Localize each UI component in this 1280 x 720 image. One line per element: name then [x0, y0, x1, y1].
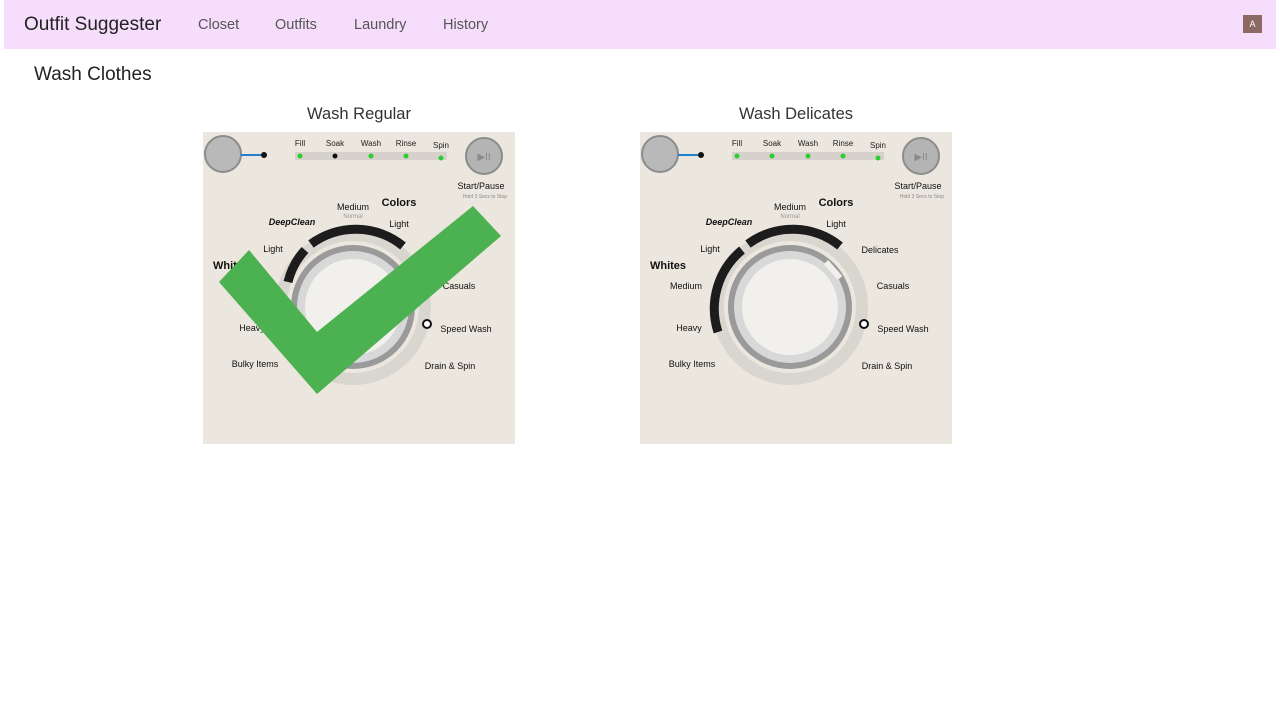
svg-text:▶II: ▶II	[477, 152, 490, 163]
dial-label: Light	[826, 219, 846, 229]
stage-label: Rinse	[396, 139, 417, 148]
dial-label: Normal	[343, 214, 362, 220]
nav-link-history[interactable]: History	[443, 17, 488, 33]
brand-title[interactable]: Outfit Suggester	[24, 14, 161, 36]
stage-label: Spin	[433, 141, 449, 150]
dial-label: DeepClean	[706, 217, 753, 227]
dial-label: Speed Wash	[877, 324, 928, 334]
nav-link-closet[interactable]: Closet	[198, 17, 239, 33]
dial-label: Heavy	[676, 323, 702, 333]
dial-label: Light	[700, 244, 720, 254]
dial-label: Casuals	[877, 281, 910, 291]
nav-link-laundry[interactable]: Laundry	[354, 17, 406, 33]
stage-label: Soak	[763, 139, 782, 148]
nav-link-outfits[interactable]: Outfits	[275, 17, 317, 33]
dial-label: Delicates	[861, 245, 899, 255]
start-pause-hint: Hold 3 Secs to Stop	[900, 194, 944, 200]
dial-label: Medium	[337, 202, 369, 212]
dial-label: Colors	[819, 197, 854, 209]
stage-label: Spin	[870, 141, 886, 150]
start-pause-label: Start/Pause	[894, 181, 941, 191]
option-title: Wash Delicates	[738, 105, 853, 123]
start-pause-button-icon: ▶II	[465, 137, 503, 175]
washer-panel-image[interactable]: Fill Soak Wash Rinse Spin ▶II Start/Paus…	[203, 132, 515, 444]
stage-label: Fill	[295, 139, 305, 148]
dial-label: Medium	[774, 202, 806, 212]
wash-delicates-option[interactable]: Wash Delicates Fill Soak Wash Rinse Spin	[640, 102, 952, 444]
option-title: Wash Regular	[307, 105, 411, 123]
dial-label: Light	[263, 244, 283, 254]
dial-label: Light	[389, 219, 409, 229]
dial-label: Colors	[382, 197, 417, 209]
cycle-dial-icon	[709, 224, 869, 385]
dial-label: Medium	[670, 281, 702, 291]
page-title: Wash Clothes	[34, 64, 152, 85]
navbar: Outfit Suggester Closet Outfits Laundry …	[4, 0, 1276, 49]
stage-label: Rinse	[833, 139, 854, 148]
start-pause-hint: Hold 3 Secs to Stop	[463, 194, 507, 200]
dial-label: Normal	[780, 214, 799, 220]
dial-label: Whites	[650, 260, 686, 272]
dial-label: DeepClean	[269, 217, 316, 227]
start-pause-label: Start/Pause	[457, 181, 504, 191]
svg-text:▶II: ▶II	[914, 152, 927, 163]
washer-panel-image[interactable]: Fill Soak Wash Rinse Spin ▶II Start/Paus…	[640, 132, 952, 444]
wash-regular-option[interactable]: Wash Regular Fill Soak Wash Rinse Spin ▶…	[203, 102, 515, 444]
dial-label: Drain & Spin	[862, 361, 913, 371]
stage-label: Wash	[361, 139, 381, 148]
start-pause-button-icon: ▶II	[902, 137, 940, 175]
stage-label: Wash	[798, 139, 818, 148]
stage-label: Fill	[732, 139, 742, 148]
dial-label: Bulky Items	[232, 359, 279, 369]
dial-label: Bulky Items	[669, 359, 716, 369]
avatar[interactable]: A	[1243, 15, 1262, 33]
dial-label: Speed Wash	[440, 324, 491, 334]
stage-label: Soak	[326, 139, 345, 148]
dial-label: Drain & Spin	[425, 361, 476, 371]
dial-label: Casuals	[443, 281, 476, 291]
